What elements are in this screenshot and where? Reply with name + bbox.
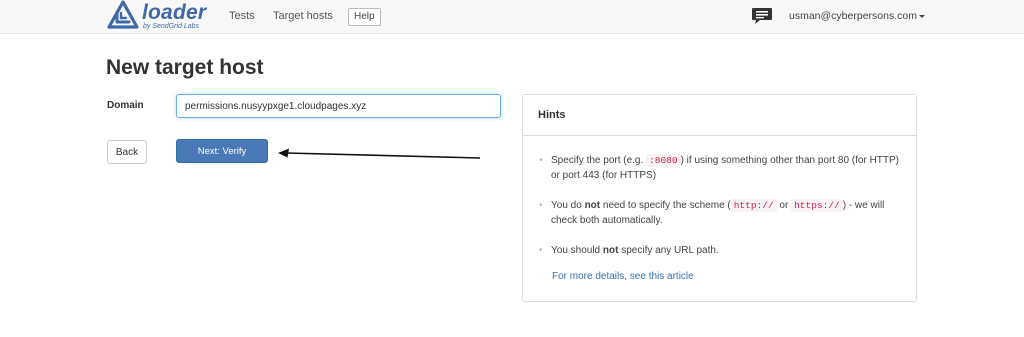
annotation-arrow (278, 148, 481, 159)
help-button[interactable]: Help (348, 8, 381, 26)
navbar: loader by SendGrid Labs Tests Target hos… (0, 0, 1024, 34)
hints-heading: Hints (523, 95, 916, 136)
code-https: https:// (791, 199, 843, 212)
page-title: New target host (106, 56, 264, 79)
domain-input[interactable] (176, 94, 501, 118)
chat-bubble-icon[interactable] (751, 7, 773, 25)
bullet-icon: • (539, 155, 543, 166)
hint-port: • Specify the port (e.g. :8080) if using… (539, 154, 900, 181)
hints-panel: Hints • Specify the port (e.g. :8080) if… (522, 94, 917, 302)
code-http: http:// (730, 199, 777, 212)
hint-scheme: • You do not need to specify the scheme … (539, 199, 885, 226)
user-email: usman@cyberpersons.com (789, 10, 917, 22)
back-button[interactable]: Back (107, 140, 147, 164)
code-port-example: :8080 (646, 154, 681, 167)
bullet-icon: • (539, 245, 543, 256)
loader-logo-icon[interactable] (107, 0, 139, 30)
hint-path: • You should not specify any URL path. (539, 245, 719, 256)
user-menu-dropdown[interactable]: usman@cyberpersons.com (789, 10, 925, 22)
next-verify-button[interactable]: Next: Verify (176, 139, 268, 163)
brand-subtitle: by SendGrid Labs (143, 23, 200, 30)
nav-target-hosts-link[interactable]: Target hosts (273, 10, 333, 22)
domain-label: Domain (107, 100, 144, 111)
hints-list: • Specify the port (e.g. :8080) if using… (537, 153, 905, 273)
brand-name[interactable]: loader (142, 1, 206, 25)
bullet-icon: • (539, 200, 543, 211)
caret-down-icon (918, 14, 925, 18)
more-details-link[interactable]: For more details, see this article (552, 271, 694, 282)
nav-tests-link[interactable]: Tests (229, 10, 255, 22)
